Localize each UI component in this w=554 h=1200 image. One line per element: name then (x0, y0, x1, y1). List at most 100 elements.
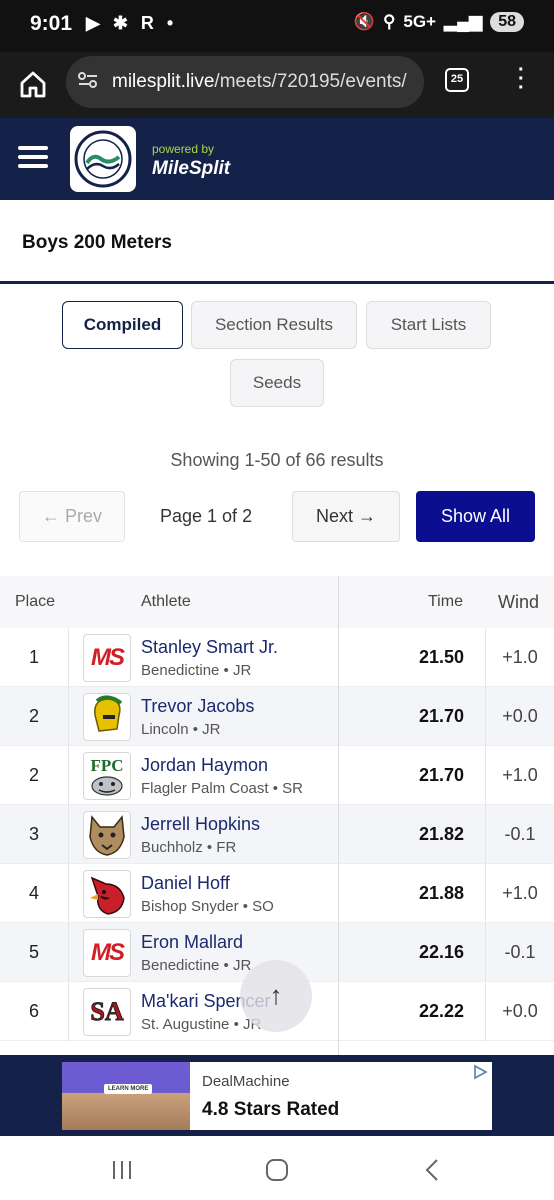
status-time: 9:01 (30, 12, 73, 35)
cell-divider (68, 628, 69, 687)
notification-icons: ▶ ✱ R • (86, 13, 178, 33)
team-logo (83, 693, 131, 741)
athlete-team: Lincoln • JR (141, 721, 221, 738)
page-title: Boys 200 Meters (22, 232, 172, 253)
powered-by-label: powered by (152, 142, 215, 156)
column-place[interactable]: Place (15, 593, 55, 611)
athlete-team: Benedictine • JR (141, 662, 252, 679)
place-cell: 3 (28, 824, 39, 844)
scroll-to-top-button[interactable]: ↑ (240, 960, 312, 1032)
column-wind[interactable]: Wind (498, 592, 539, 613)
cell-divider (68, 923, 69, 982)
place-cell: 1 (28, 647, 39, 667)
team-logo: MS (83, 929, 131, 977)
ms-logo-icon: MS (91, 939, 125, 966)
athlete-name-link[interactable]: Trevor Jacobs (141, 696, 254, 717)
wind-cell: +1.0 (502, 883, 538, 903)
arrow-up-icon: ↑ (269, 980, 283, 1010)
hamburger-menu-icon[interactable] (18, 146, 48, 168)
bobcat-icon (89, 815, 125, 856)
battery-badge: 58 (490, 12, 524, 32)
tab-section-results[interactable]: Section Results (191, 301, 357, 349)
time-cell: 21.70 (418, 706, 464, 726)
table-row[interactable]: 2 FPC Jordan Haymon Flagler Palm Coast •… (0, 746, 554, 805)
column-time[interactable]: Time (428, 593, 463, 611)
prev-page-button[interactable]: ← Prev (19, 491, 125, 542)
place-cell: 6 (28, 1001, 39, 1021)
site-header: powered by MileSplit (0, 118, 554, 200)
column-athlete[interactable]: Athlete (141, 593, 191, 611)
overflow-menu-icon[interactable]: · · · (518, 60, 525, 98)
table-row[interactable]: 3 Jerrell Hopkins Buchholz • FR 21.82 -0… (0, 805, 554, 864)
time-cell: 21.82 (418, 824, 464, 844)
ad-rating: 4.8 Stars Rated (202, 1099, 340, 1120)
fpc-logo-icon: FPC (90, 755, 124, 775)
place-cell: 2 (28, 706, 39, 726)
url-domain: milesplit.live (112, 71, 215, 92)
ad-thumb-label: LEARN MORE (104, 1084, 153, 1094)
show-all-button[interactable]: Show All (416, 491, 535, 542)
url-path: /meets/720195/events/ (214, 71, 407, 92)
athlete-team: Benedictine • JR (141, 957, 252, 974)
ad-banner[interactable]: LEARN MORE DealMachine 4.8 Stars Rated (62, 1062, 492, 1130)
tab-compiled[interactable]: Compiled (62, 301, 183, 349)
milesplit-brand[interactable]: MileSplit (152, 158, 230, 180)
athlete-name-link[interactable]: Eron Mallard (141, 932, 243, 953)
place-cell: 4 (28, 883, 39, 903)
wind-cell: +0.0 (502, 1001, 538, 1021)
athlete-team: Flagler Palm Coast • SR (141, 780, 303, 797)
url-field[interactable]: milesplit.live/meets/720195/events/ (66, 56, 424, 108)
recent-apps-icon[interactable] (111, 1160, 133, 1180)
ad-brand: DealMachine (202, 1073, 290, 1090)
location-icon: ⚲ (382, 12, 396, 31)
bulldog-icon (91, 775, 123, 796)
cell-divider (68, 805, 69, 864)
cell-divider (68, 864, 69, 923)
team-logo (83, 811, 131, 859)
mute-icon: 🔇 (353, 12, 375, 31)
time-cell: 21.88 (418, 883, 464, 903)
adchoices-icon[interactable] (472, 1064, 488, 1080)
tab-seeds[interactable]: Seeds (230, 359, 324, 407)
site-settings-icon[interactable] (78, 72, 98, 88)
athlete-team: Buchholz • FR (141, 839, 237, 856)
status-bar: 9:01 ▶ ✱ R • 🔇 ⚲ 5G+ ▂▄▆ 58 (0, 0, 554, 52)
time-cell: 22.16 (418, 942, 464, 962)
next-page-button[interactable]: Next → (292, 491, 400, 542)
athlete-name-link[interactable]: Stanley Smart Jr. (141, 637, 278, 658)
tab-start-lists[interactable]: Start Lists (366, 301, 491, 349)
athlete-name-link[interactable]: Jerrell Hopkins (141, 814, 260, 835)
team-logo: SA (83, 988, 131, 1036)
place-cell: 2 (28, 765, 39, 785)
wind-cell: -0.1 (504, 942, 536, 962)
page-indicator: Page 1 of 2 (160, 506, 253, 526)
system-nav-bar (0, 1136, 554, 1200)
cell-divider (68, 982, 69, 1041)
wind-cell: -0.1 (504, 824, 536, 844)
athlete-name-link[interactable]: Jordan Haymon (141, 755, 268, 776)
team-logo: FPC (83, 752, 131, 800)
cell-divider (68, 687, 69, 746)
jax-club-logo-icon (74, 130, 132, 188)
cell-divider (68, 746, 69, 805)
home-nav-icon[interactable] (265, 1158, 289, 1182)
tab-switcher-button[interactable]: 25 (445, 68, 469, 92)
back-icon[interactable] (424, 1158, 440, 1182)
athlete-team: St. Augustine • JR (141, 1016, 262, 1033)
table-row[interactable]: 2 Trevor Jacobs Lincoln • JR 21.70 +0.0 (0, 687, 554, 746)
table-row[interactable]: 4 Daniel Hoff Bishop Snyder • SO 21.88 +… (0, 864, 554, 923)
title-divider (0, 281, 554, 284)
table-row[interactable]: 1 MS Stanley Smart Jr. Benedictine • JR … (0, 628, 554, 687)
team-logo (83, 870, 131, 918)
time-cell: 21.50 (418, 647, 464, 667)
sa-logo-icon: SA (90, 997, 124, 1027)
athlete-name-link[interactable]: Daniel Hoff (141, 873, 230, 894)
home-icon[interactable] (18, 69, 48, 99)
wind-cell: +1.0 (502, 647, 538, 667)
wind-cell: +0.0 (502, 706, 538, 726)
results-count: Showing 1-50 of 66 results (170, 450, 384, 470)
jac-logo[interactable] (70, 126, 136, 192)
ms-logo-icon: MS (91, 644, 125, 671)
wind-cell: +1.0 (502, 765, 538, 785)
time-cell: 22.22 (418, 1001, 464, 1021)
